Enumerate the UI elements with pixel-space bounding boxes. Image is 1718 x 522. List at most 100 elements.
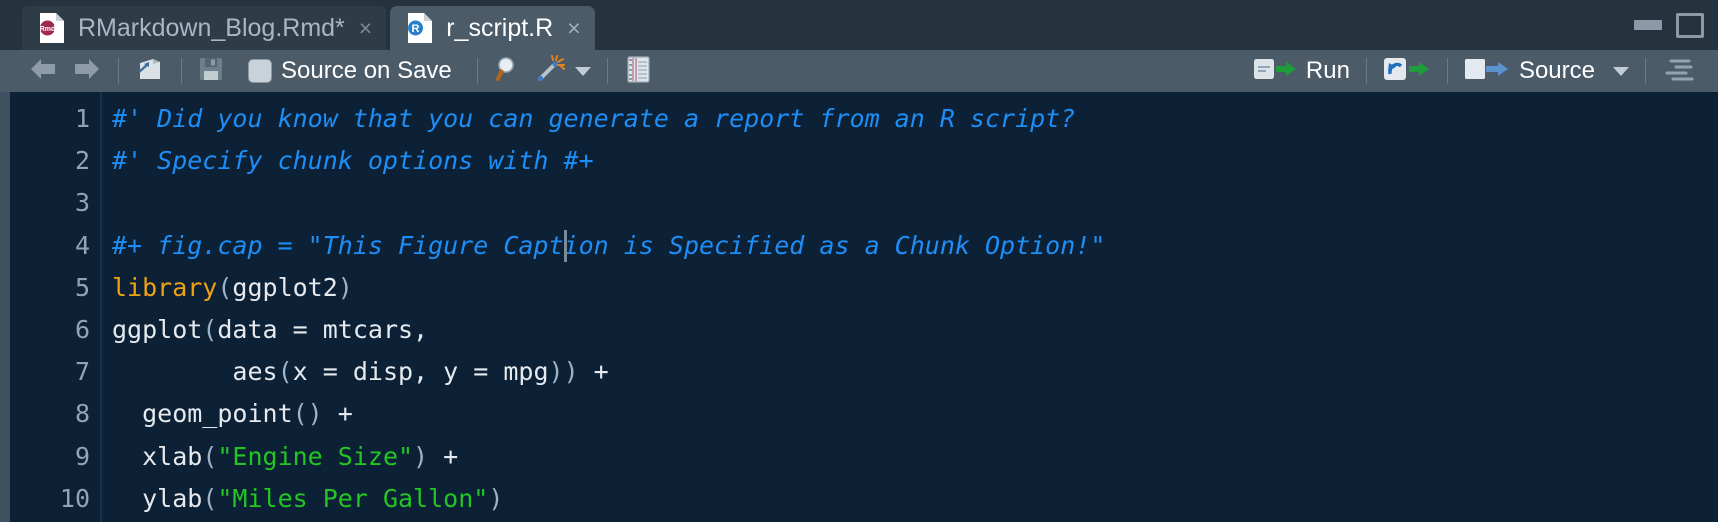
code-text: library(ggplot2) (112, 267, 353, 309)
notebook-icon (624, 54, 652, 89)
magic-wand-icon (536, 54, 566, 88)
line-number: 8 (74, 399, 90, 429)
forward-arrow-icon (72, 57, 102, 86)
compile-report-button[interactable] (617, 54, 659, 88)
code-token-plain: + (428, 441, 459, 471)
toolbar-separator (1365, 58, 1367, 84)
line-number: 10 (59, 483, 90, 513)
line-number: 6 (74, 314, 90, 344)
source-icon (1464, 56, 1510, 87)
line-number: 1 (74, 104, 90, 133)
toolbar-separator (1446, 58, 1448, 84)
code-token-string: "Engine Size" (217, 441, 414, 471)
editor-tab-label: RMarkdown_Blog.Rmd* (78, 13, 345, 42)
save-button[interactable] (191, 54, 231, 88)
window-controls (1634, 0, 1704, 50)
source-label: Source (1518, 57, 1595, 84)
source-on-save-checkbox[interactable]: Source on Save (241, 54, 459, 88)
line-number: 3 (74, 188, 90, 218)
chevron-down-icon[interactable] (1613, 66, 1629, 76)
code-token-paren: ( (277, 357, 293, 387)
code-token-comment: #' Specify chunk options with #+ (112, 146, 594, 176)
show-in-new-window-button[interactable] (128, 54, 172, 88)
editor-tab-close-icon[interactable]: × (359, 16, 372, 40)
code-token-plain: + (578, 357, 609, 387)
maximize-icon[interactable] (1676, 12, 1704, 38)
text-cursor (563, 229, 567, 262)
code-tools-button[interactable] (529, 54, 598, 88)
minimize-icon[interactable] (1634, 20, 1662, 30)
run-button[interactable]: Run (1246, 54, 1357, 88)
code-line[interactable]: 1 #' Did you know that you can generate a… (0, 98, 1718, 140)
code-text: #' Specify chunk options with #+ (112, 140, 594, 182)
find-replace-button[interactable] (487, 54, 529, 88)
document-outline-icon (1662, 56, 1696, 87)
chevron-down-icon[interactable] (574, 66, 591, 76)
code-token-plain: geom_point (112, 399, 293, 429)
code-text: xlab("Engine Size") + (112, 436, 458, 478)
svg-text:Rmd: Rmd (40, 26, 56, 33)
code-token-paren: ( (202, 314, 218, 344)
code-token-plain: aes (112, 357, 278, 387)
code-lines-container: 1 #' Did you know that you can generate a… (0, 98, 1718, 520)
toolbar-separator (118, 58, 119, 84)
rerun-button[interactable] (1376, 54, 1438, 88)
code-token-plain: xlab (112, 441, 203, 471)
code-line[interactable]: 3 (0, 182, 1718, 224)
code-line[interactable]: 4 #+ fig.cap = "This Figure Caption is Sp… (0, 225, 1718, 267)
checkbox-icon[interactable] (248, 59, 272, 83)
popout-window-icon (135, 55, 165, 88)
rmarkdown-file-icon: Rmd (39, 12, 65, 44)
editor-tab-label: r_script.R (446, 13, 554, 42)
run-label: Run (1305, 57, 1350, 84)
code-text: ggplot(data = mtcars, (112, 309, 428, 351)
code-editor[interactable]: 1 #' Did you know that you can generate a… (0, 92, 1718, 522)
forward-button[interactable] (65, 54, 109, 88)
rstudio-source-pane: Rmd RMarkdown_Blog.Rmd* × R r_script.R × (0, 0, 1718, 522)
code-token-paren: ( (217, 272, 233, 302)
code-line[interactable]: 7 aes(x = disp, y = mpg)) + (0, 351, 1718, 393)
code-token-paren: )) (548, 357, 579, 387)
code-text: #+ fig.cap = "This Figure Caption is Spe… (112, 225, 1105, 267)
back-button[interactable] (8, 54, 65, 88)
code-line[interactable]: 2 #' Specify chunk options with #+ (0, 140, 1718, 182)
toolbar-separator (606, 58, 608, 84)
toolbar-separator (476, 58, 478, 84)
editor-tab-r-script[interactable]: R r_script.R × (390, 6, 595, 50)
source-button[interactable]: Source (1457, 54, 1636, 88)
code-token-paren: ( (202, 441, 218, 471)
line-number: 9 (74, 441, 90, 471)
code-token-string: "Miles Per Gallon" (217, 483, 489, 513)
code-text: #' Did you know that you can generate a … (112, 98, 1075, 140)
editor-tab-bar: Rmd RMarkdown_Blog.Rmd* × R r_script.R × (0, 0, 1718, 50)
save-disk-icon (198, 56, 224, 87)
code-token-keyword: library (112, 272, 218, 302)
line-number: 7 (74, 357, 90, 387)
code-line[interactable]: 10 ylab("Miles Per Gallon") (0, 478, 1718, 520)
editor-tab-close-icon[interactable]: × (567, 16, 580, 40)
code-line[interactable]: 8 geom_point() + (0, 393, 1718, 435)
code-token-comment: #+ fig.cap = "This Figure Caption is Spe… (112, 230, 1106, 260)
code-token-paren: ) (337, 272, 353, 302)
show-document-outline-button[interactable] (1655, 54, 1710, 88)
line-number: 5 (74, 272, 90, 302)
rerun-icon (1383, 55, 1431, 88)
search-icon (494, 55, 522, 88)
code-text: ylab("Miles Per Gallon") (112, 478, 503, 520)
code-token-paren: ( (202, 483, 218, 513)
editor-tab-rmarkdown-blog[interactable]: Rmd RMarkdown_Blog.Rmd* × (22, 6, 387, 50)
code-token-plain: ggplot (112, 314, 203, 344)
toolbar-separator (181, 58, 182, 84)
code-line[interactable]: 6 ggplot(data = mtcars, (0, 309, 1718, 351)
code-line[interactable]: 9 xlab("Engine Size") + (0, 436, 1718, 478)
back-arrow-icon (28, 57, 58, 86)
run-icon (1253, 56, 1297, 87)
code-line[interactable]: 5 library(ggplot2) (0, 267, 1718, 309)
code-token-plain: ggplot2 (232, 272, 338, 302)
code-token-comment: #' Did you know that you can generate a … (112, 104, 1076, 133)
r-file-icon: R (407, 12, 433, 44)
svg-text:R: R (412, 23, 420, 35)
code-token-plain: data = mtcars, (217, 314, 429, 344)
code-token-paren: ) (488, 483, 504, 513)
code-token-plain: x = disp, y = mpg (292, 357, 549, 387)
